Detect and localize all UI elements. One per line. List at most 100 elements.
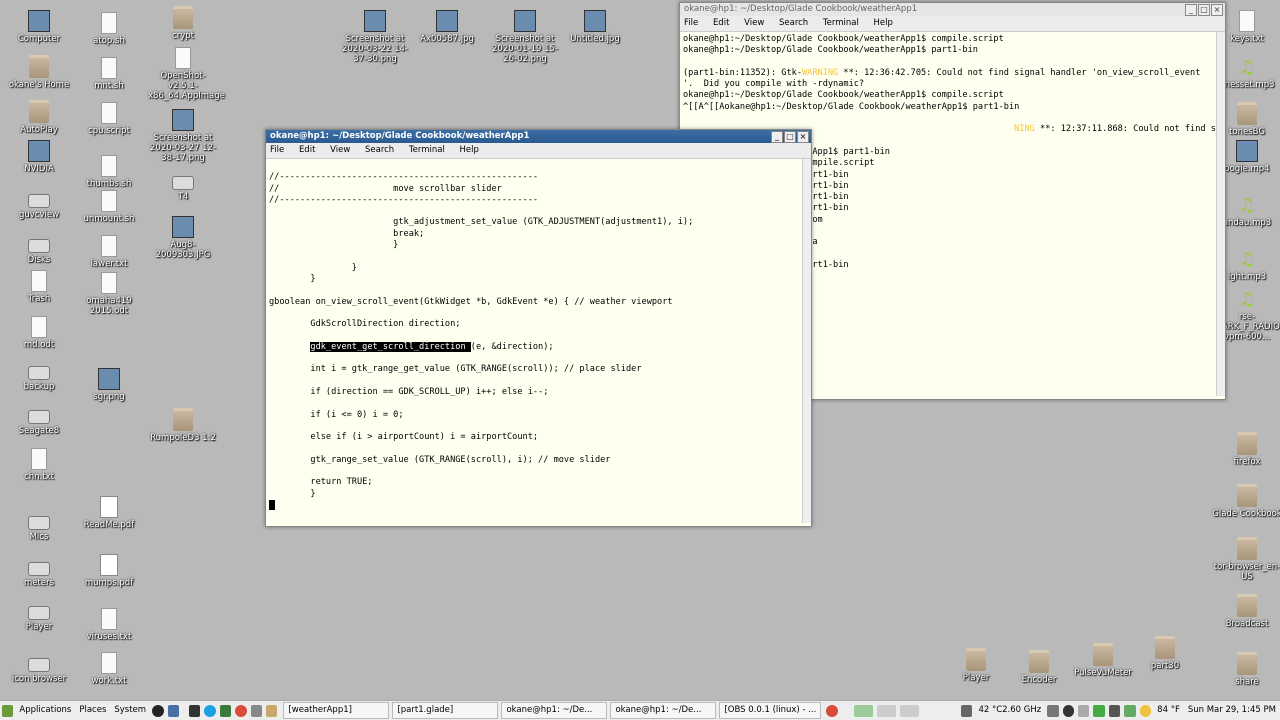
desktop-icon-bottom[interactable]: part30 (1130, 636, 1200, 671)
menu-search[interactable]: Search (779, 18, 808, 28)
desktop-icon-col1[interactable]: icon browser (4, 652, 74, 684)
battery-icon[interactable] (1124, 704, 1136, 717)
applications-menu[interactable]: Applications (15, 701, 75, 720)
desktop-icon-col2[interactable]: work.txt (74, 652, 144, 686)
desktop-icon-col2[interactable]: lawer.txt (74, 235, 144, 269)
desktop-icon-col1[interactable]: okane's Home (4, 55, 74, 90)
system-menu[interactable]: System (110, 701, 150, 720)
desktop-icon-col1[interactable]: md.odt (4, 316, 74, 350)
desktop-icon-col1[interactable]: NVIDIA (4, 140, 74, 174)
desktop-icon-col1[interactable]: guvcview (4, 188, 74, 220)
front-terminal-output[interactable]: //--------------------------------------… (266, 159, 811, 512)
desktop-icon-col2[interactable]: mumps.pdf (74, 554, 144, 588)
desktop-icon-bottom[interactable]: Player (941, 648, 1011, 683)
menu-edit[interactable]: Edit (713, 18, 729, 28)
places-menu[interactable]: Places (75, 701, 110, 720)
desktop-icon-col3[interactable]: Screenshot at 2020-03-27 12-38-17.png (148, 109, 218, 163)
desktop-icon-top[interactable]: Screenshot at 2020-01-19 15-26-02.png (490, 10, 560, 64)
front-window-titlebar[interactable]: okane@hp1: ~/Desktop/Glade Cookbook/weat… (266, 130, 811, 143)
maximize-button[interactable]: □ (1198, 4, 1210, 16)
taskbar-task[interactable]: [OBS 0.0.1 (linux) - ... (719, 702, 822, 719)
desktop-icon-col2[interactable]: viruses.txt (74, 608, 144, 642)
network-icon[interactable] (1047, 704, 1059, 717)
desktop-icon-bottom[interactable]: Encoder (1004, 650, 1074, 685)
workspace-2-icon[interactable] (876, 704, 896, 717)
desktop-icon-col3[interactable]: OpenShot-v2.5.1-x86_64.AppImage (148, 47, 225, 101)
selected-text[interactable]: gdk_event_get_scroll_direction (310, 341, 471, 352)
desktop-icon-right[interactable]: firefox (1212, 432, 1280, 467)
menu-terminal[interactable]: Terminal (823, 18, 859, 28)
desktop-icon-col1[interactable]: Trash (4, 270, 74, 304)
desktop-icon-top[interactable]: Screenshot at 2020-03-22 14-37-30.png (340, 10, 410, 64)
close-button[interactable]: × (1211, 4, 1223, 16)
back-scrollbar[interactable] (1216, 32, 1225, 396)
shield-launcher-icon[interactable] (167, 704, 179, 717)
desktop-icon-col3[interactable]: crypt (148, 6, 218, 41)
desktop-icon-col2[interactable]: mnt.sh (74, 57, 144, 91)
menu-view[interactable]: View (744, 18, 764, 28)
menu-search[interactable]: Search (365, 145, 394, 155)
menu-terminal[interactable]: Terminal (409, 145, 445, 155)
desktop-icon-col2[interactable]: cpu.script (74, 102, 144, 136)
desktop-icon-col2[interactable]: omaha419 2015.odt (74, 272, 144, 316)
desktop-icon-col3-icon (172, 216, 194, 238)
minimize-button[interactable]: _ (771, 131, 783, 143)
menu-file[interactable]: File (684, 18, 698, 28)
menu-help[interactable]: Help (874, 18, 893, 28)
monitor-launcher-icon[interactable] (219, 704, 232, 717)
desktop-icon-right[interactable]: tor-browser_en-US (1212, 537, 1280, 582)
desktop-icon-top[interactable]: Untitled.jpg (560, 10, 630, 44)
bluetooth-icon[interactable] (1062, 704, 1075, 717)
desktop-icon-col1[interactable]: meters (4, 556, 74, 588)
taskbar-task[interactable]: [weatherApp1] (283, 702, 390, 719)
clock[interactable]: Sun Mar 29, 1:45 PM (1184, 701, 1280, 720)
desktop-icon-col3[interactable]: T4 (148, 170, 218, 202)
desktop-icon-top[interactable]: Ax00587.jpg (412, 10, 482, 44)
icon-label: NVIDIA (24, 164, 54, 174)
desktop-icon-col3[interactable]: Aug8-2009303.JPG (148, 216, 218, 260)
terminal-launcher-icon[interactable] (188, 704, 201, 717)
desktop-icon-right[interactable]: Broadcast (1212, 594, 1280, 629)
skype-launcher-icon[interactable] (204, 704, 216, 717)
front-scrollbar[interactable] (802, 159, 811, 523)
desktop-icon-col1[interactable]: Mics (4, 510, 74, 542)
taskbar-task[interactable]: okane@hp1: ~/De... (501, 702, 608, 719)
minimize-button[interactable]: _ (1185, 4, 1197, 16)
chrome-tray-icon[interactable] (826, 704, 838, 717)
maximize-button[interactable]: □ (784, 131, 796, 143)
desktop-icon-col2[interactable]: thumbs.sh (74, 155, 144, 189)
back-window-titlebar[interactable]: okane@hp1: ~/Desktop/Glade Cookbook/weat… (680, 3, 1225, 16)
desktop-icon-col2[interactable]: unmount.sh (74, 190, 144, 224)
volume-icon[interactable] (1108, 704, 1121, 717)
desktop-icon-bottom[interactable]: PulseVuMeter (1068, 643, 1138, 678)
screenshot-launcher-icon[interactable] (250, 704, 263, 717)
desktop-icon-right[interactable]: share (1212, 652, 1280, 687)
desktop-icon-col1[interactable]: backup (4, 360, 74, 392)
updates-icon[interactable] (1093, 704, 1105, 717)
desktop-icon-col1[interactable]: Seagate8 (4, 404, 74, 436)
desktop-icon-col2[interactable]: sgr.png (74, 368, 144, 402)
menu-view[interactable]: View (330, 145, 350, 155)
taskbar-task[interactable]: okane@hp1: ~/De... (610, 702, 717, 719)
desktop-icon-col1[interactable]: Computer (4, 10, 74, 44)
desktop-icon-col2[interactable]: atop.sh (74, 12, 144, 46)
menu-help[interactable]: Help (460, 145, 479, 155)
front-terminal-window[interactable]: okane@hp1: ~/Desktop/Glade Cookbook/weat… (265, 129, 812, 527)
workspace-1-icon[interactable] (853, 704, 873, 717)
obs-launcher-icon[interactable] (152, 704, 164, 717)
desktop-icon-col1[interactable]: chn.txt (4, 448, 74, 482)
menu-edit[interactable]: Edit (299, 145, 315, 155)
menu-file[interactable]: File (270, 145, 284, 155)
desktop-icon-col2[interactable]: ReadMe.pdf (74, 496, 144, 530)
desktop-icon-right[interactable]: Glade Cookbook (1212, 484, 1280, 519)
desktop-icon-col1[interactable]: Disks (4, 233, 74, 265)
desktop-icon-col1[interactable]: AutoPlay (4, 100, 74, 135)
chrome-launcher-icon[interactable] (235, 704, 247, 717)
files-launcher-icon[interactable] (266, 704, 278, 717)
desktop-icon-col3[interactable]: RumpoleD3 1:2 (148, 408, 218, 443)
mail-icon[interactable] (1078, 704, 1090, 717)
taskbar-task[interactable]: [part1.glade] (392, 702, 499, 719)
workspace-3-icon[interactable] (899, 704, 920, 717)
close-button[interactable]: × (797, 131, 809, 143)
desktop-icon-col1[interactable]: Player (4, 600, 74, 632)
